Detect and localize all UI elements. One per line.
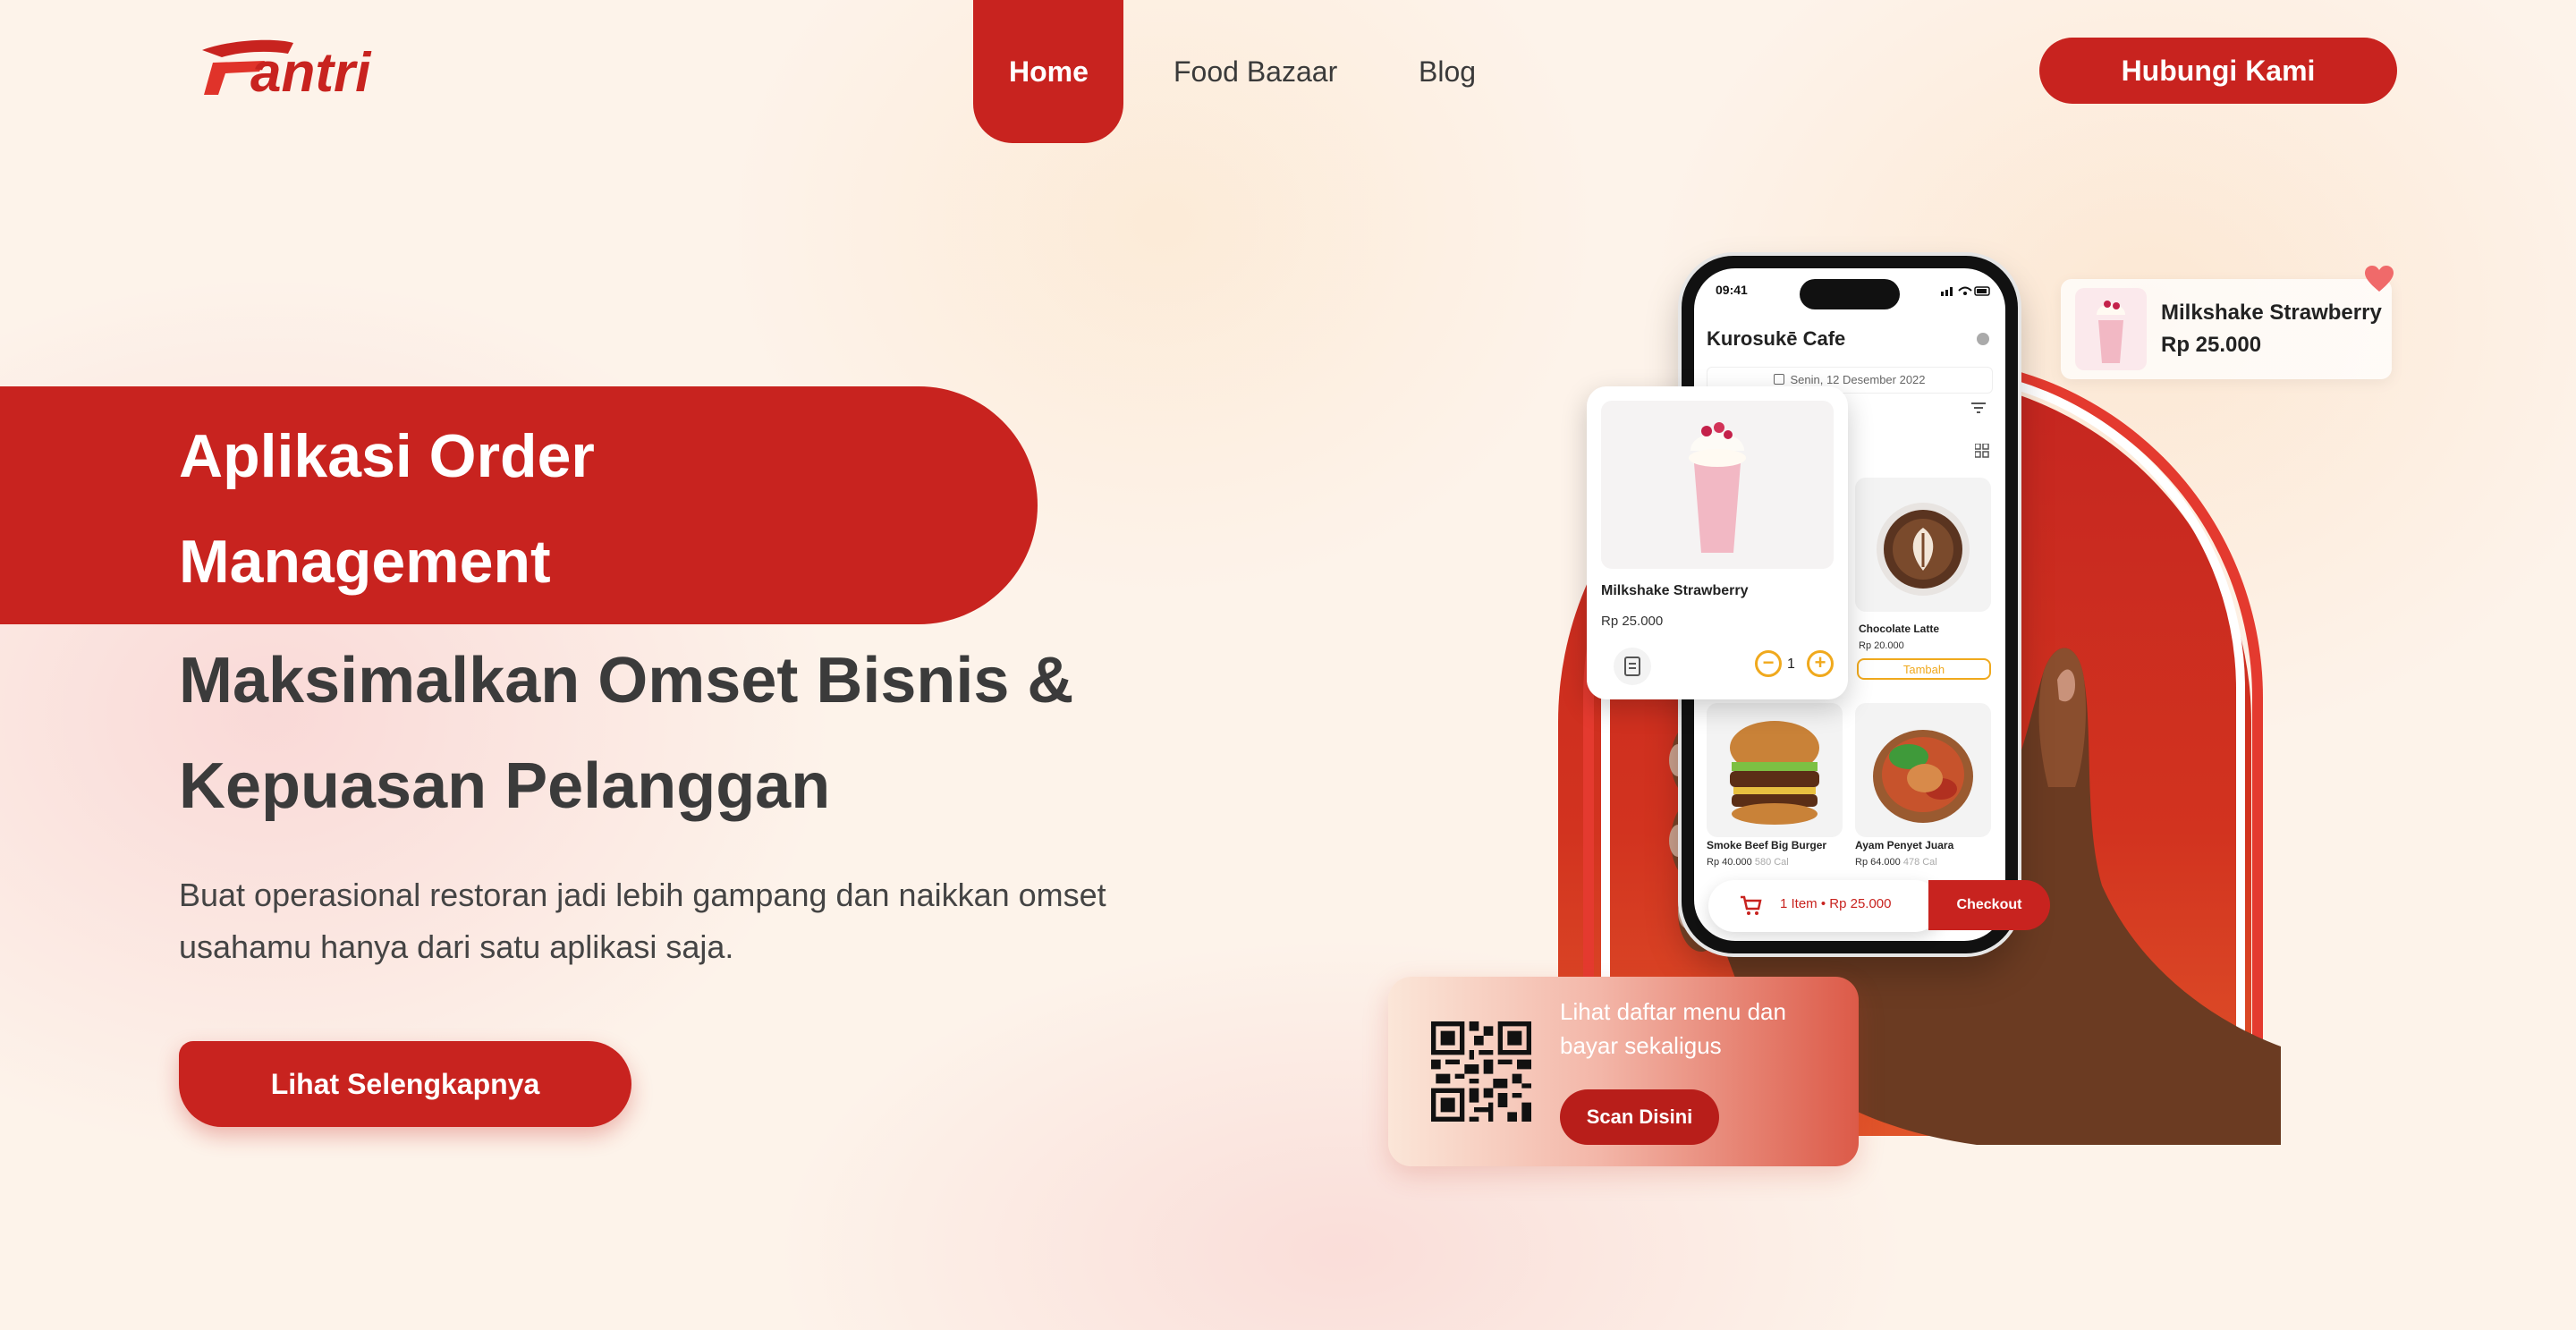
phone-time: 09:41 (1716, 283, 1748, 297)
svg-text:antri: antri (250, 42, 372, 102)
favorite-item-image (2075, 288, 2147, 370)
menu-item-chocolate-latte[interactable]: Chocolate Latte Rp 20.000 Tambah (1855, 478, 1995, 692)
ayam-calories: 478 Cal (1902, 857, 1937, 868)
phone-notch (1800, 279, 1900, 309)
note-button[interactable] (1614, 648, 1651, 685)
burger-name: Smoke Beef Big Burger (1707, 839, 1827, 851)
heart-icon[interactable] (2363, 265, 2395, 293)
favorite-item-price: Rp 25.000 (2161, 333, 2262, 357)
chocolate-latte-image (1855, 478, 1991, 612)
hero-subtitle-line-1: Maksimalkan Omset Bisnis & (179, 645, 1074, 716)
quantity-value: 1 (1787, 657, 1795, 672)
filter-icon[interactable] (1971, 402, 1986, 413)
increase-quantity-button[interactable]: + (1807, 650, 1834, 677)
date-text: Senin, 12 Desember 2022 (1790, 373, 1926, 386)
ayam-penyet-image (1855, 703, 1991, 837)
burger-calories: 580 Cal (1754, 857, 1789, 868)
add-chocolate-latte-button[interactable]: Tambah (1857, 658, 1991, 680)
cart-summary: 1 Item • Rp 25.000 (1780, 896, 1892, 911)
chocolate-latte-price: Rp 20.000 (1859, 640, 1904, 651)
ayam-price: Rp 64.000 (1855, 857, 1901, 868)
grid-view-icon[interactable] (1975, 444, 1989, 458)
nav-blog[interactable]: Blog (1419, 54, 1476, 89)
decrease-quantity-button[interactable]: − (1755, 650, 1782, 677)
milkshake-image (1601, 401, 1834, 569)
ayam-price-row: Rp 64.000 478 Cal (1855, 857, 1937, 868)
burger-image (1707, 703, 1843, 837)
cart-bar[interactable]: 1 Item • Rp 25.000 (1708, 880, 1941, 932)
product-card[interactable]: Milkshake Strawberry Rp 25.000 − 1 + (1587, 386, 1848, 699)
nav-food-bazaar[interactable]: Food Bazaar (1174, 54, 1337, 89)
menu-item-ayam-penyet[interactable]: Ayam Penyet Juara Rp 64.000 478 Cal (1855, 703, 1995, 882)
favorite-item-name: Milkshake Strawberry (2161, 301, 2382, 325)
checkout-button[interactable]: Checkout (1928, 880, 2050, 930)
contact-button[interactable]: Hubungi Kami (2039, 38, 2397, 104)
hero-title-line-1: Aplikasi Order (179, 422, 595, 490)
favorite-item-card[interactable]: Milkshake Strawberry Rp 25.000 (2061, 279, 2392, 379)
note-icon (1624, 657, 1640, 676)
status-icons (1941, 286, 1990, 296)
cafe-name: Kurosukē Cafe (1707, 327, 1846, 350)
menu-item-burger[interactable]: Smoke Beef Big Burger Rp 40.000 580 Cal (1707, 703, 1846, 882)
qr-card-text: Lihat daftar menu dan bayar sekaligus (1560, 998, 1786, 1059)
qr-code-icon (1431, 1021, 1531, 1122)
product-price: Rp 25.000 (1601, 614, 1664, 629)
hero-subtitle-line-2: Kepuasan Pelanggan (179, 750, 831, 822)
brand-logo[interactable]: antri (195, 36, 436, 102)
learn-more-button[interactable]: Lihat Selengkapnya (179, 1041, 631, 1127)
nav-home[interactable]: Home (1009, 54, 1089, 89)
calendar-icon (1774, 374, 1785, 385)
cart-icon (1741, 895, 1762, 915)
scan-button[interactable]: Scan Disini (1560, 1089, 1719, 1145)
ayam-name: Ayam Penyet Juara (1855, 839, 1954, 851)
burger-price-row: Rp 40.000 580 Cal (1707, 857, 1789, 868)
hero-title-line-2: Management (179, 528, 551, 596)
product-name: Milkshake Strawberry (1601, 583, 1749, 598)
info-icon[interactable] (1977, 333, 1989, 345)
hero-description: Buat operasional restoran jadi lebih gam… (179, 877, 1106, 965)
chocolate-latte-name: Chocolate Latte (1859, 623, 1940, 635)
burger-price: Rp 40.000 (1707, 857, 1752, 868)
qr-scan-card: Lihat daftar menu dan bayar sekaligus Sc… (1388, 977, 1859, 1166)
